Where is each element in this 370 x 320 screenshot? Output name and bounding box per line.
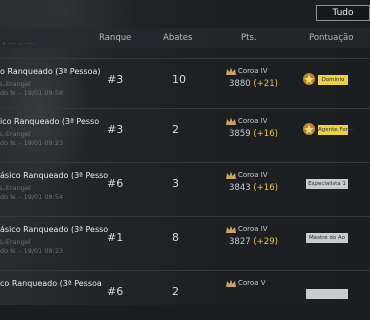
match-row[interactable]: o Ranqueado (3ª Pessoa) L-Erangel do N. …	[0, 58, 370, 108]
match-row[interactable]: ico Ranqueado (3ª Pesso L-Erangel do N. …	[0, 108, 370, 158]
match-date: do N. - 19/01 09:58	[0, 89, 64, 97]
match-kills: 10	[172, 73, 186, 86]
points-value: 3859	[229, 129, 251, 139]
points-value: 3843	[229, 183, 251, 193]
header-kills: Abates	[163, 33, 193, 43]
header-faint-text: • --- -- ----	[2, 40, 36, 48]
tier-name: Coroa IV	[238, 67, 268, 75]
match-row[interactable]: ásico Ranqueado (3ª Pesso L-Erangel do N…	[0, 216, 370, 266]
crown-tier-icon	[226, 117, 236, 125]
match-mode: ico Ranqueado (3ª Pesso	[0, 117, 100, 126]
header-points: Pts.	[241, 33, 257, 43]
match-row[interactable]: ásico Ranqueado (3ª Pesso L-Erangel do N…	[0, 162, 370, 212]
match-map: L-Erangel	[0, 184, 31, 192]
score-badge: Domínio	[318, 75, 348, 85]
points-delta: (+16)	[253, 183, 278, 193]
match-kills: 3	[172, 177, 179, 190]
match-row[interactable]: co Ranqueado (3ª Pessoa #6 2 Coroa V	[0, 270, 370, 320]
match-rank: #3	[107, 123, 124, 136]
match-rank: #6	[107, 285, 124, 298]
match-mode: co Ranqueado (3ª Pessoa	[0, 279, 102, 288]
match-points: 3843 (+16)	[229, 183, 278, 193]
match-rank: #1	[107, 231, 124, 244]
points-delta: (+16)	[253, 129, 278, 139]
match-kills: 2	[172, 123, 179, 136]
crown-tier-icon	[226, 279, 236, 287]
points-value: 3880	[229, 79, 251, 89]
match-kills: 8	[172, 231, 179, 244]
match-points: 3859 (+16)	[229, 129, 278, 139]
match-map: L-Erangel	[0, 130, 31, 138]
points-delta: (+29)	[253, 237, 278, 247]
match-kills: 2	[172, 285, 179, 298]
match-points: 3880 (+21)	[229, 79, 278, 89]
score-badge	[306, 289, 348, 299]
header-rank: Ranque	[99, 33, 132, 43]
header-score: Pontuação	[309, 33, 354, 43]
crown-tier-icon	[226, 225, 236, 233]
tier-name: Coroa IV	[238, 117, 268, 125]
crown-tier-icon	[226, 171, 236, 179]
filter-all-button[interactable]: Tudo	[316, 5, 370, 21]
achievement-emblem-icon	[303, 123, 315, 135]
match-points: 3827 (+29)	[229, 237, 278, 247]
match-date: do N. - 19/01 08:54	[0, 193, 64, 201]
score-badge: Especialista 1	[306, 179, 348, 189]
tier-name: Coroa IV	[238, 225, 268, 233]
match-date: do N. - 19/01 08:23	[0, 247, 64, 255]
tier-name: Coroa V	[238, 279, 266, 287]
tier-name: Coroa IV	[238, 171, 268, 179]
achievement-emblem-icon	[303, 73, 315, 85]
score-badge: Agente Fome	[318, 125, 355, 135]
match-map: L-Erangel	[0, 238, 31, 246]
match-rank: #6	[107, 177, 124, 190]
match-map: L-Erangel	[0, 80, 31, 88]
points-delta: (+21)	[253, 79, 278, 89]
match-mode: ásico Ranqueado (3ª Pesso	[0, 171, 109, 180]
match-mode: ásico Ranqueado (3ª Pesso	[0, 225, 109, 234]
match-date: do N. - 19/01 09:23	[0, 139, 64, 147]
match-rank: #3	[107, 73, 124, 86]
match-mode: o Ranqueado (3ª Pessoa)	[0, 67, 101, 76]
crown-tier-icon	[226, 67, 236, 75]
score-badge: Mestre do Ao	[306, 233, 348, 243]
points-value: 3827	[229, 237, 251, 247]
